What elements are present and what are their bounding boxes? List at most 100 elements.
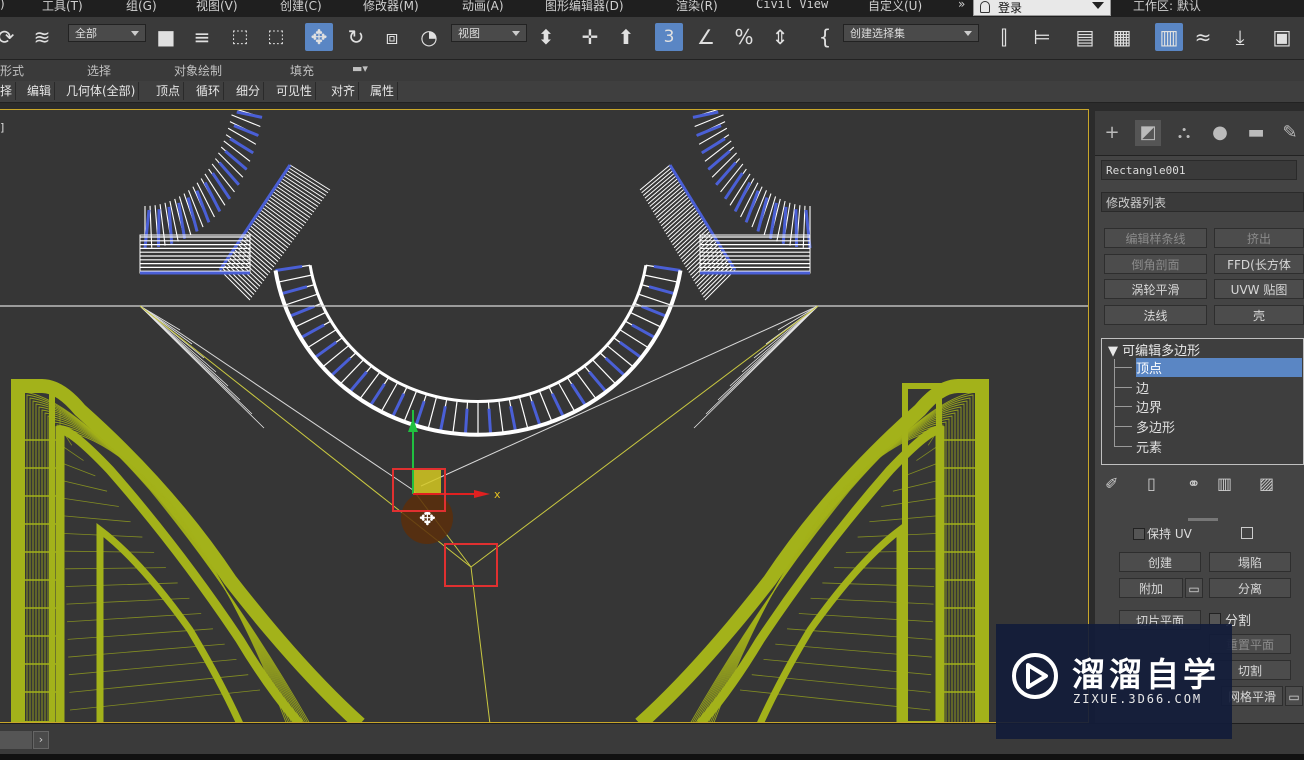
selection-filter-dropdown[interactable]: 全部: [68, 24, 146, 42]
modifier-button-uvw-map[interactable]: UVW 贴图: [1214, 279, 1304, 299]
viewport-label[interactable]: ]: [0, 121, 4, 134]
unlink-icon[interactable]: ⟳: [0, 23, 20, 51]
menu-item-views[interactable]: 视图(V): [196, 0, 238, 14]
ribbon-options-icon[interactable]: ▬▾: [352, 62, 368, 75]
placement-icon[interactable]: ◔: [415, 23, 443, 51]
stack-item-border[interactable]: 边界: [1136, 397, 1162, 416]
move-icon[interactable]: ✥: [305, 23, 333, 51]
make-unique-icon[interactable]: ⚭: [1187, 474, 1200, 493]
maxscript-listener-button[interactable]: [0, 731, 32, 749]
material-editor-icon[interactable]: ▣: [1268, 23, 1296, 51]
menu-item-group[interactable]: 组(G): [126, 0, 157, 14]
menu-item-civil-view[interactable]: Civil View: [756, 0, 828, 11]
menu-item-create[interactable]: 创建(C): [280, 0, 322, 14]
create-tab-icon[interactable]: +: [1099, 120, 1125, 146]
modifier-button-bevel-profile[interactable]: 倒角剖面: [1104, 254, 1207, 274]
menu-overflow-icon[interactable]: »: [958, 0, 965, 11]
utilities-tab-icon[interactable]: ✎: [1277, 120, 1303, 146]
modifier-button-ffd-box[interactable]: FFD(长方体: [1214, 254, 1304, 274]
create-button[interactable]: 创建: [1119, 552, 1201, 572]
login-dropdown[interactable]: 登录: [973, 0, 1111, 16]
named-selection-dropdown[interactable]: 创建选择集: [843, 24, 979, 42]
ribbon-tab[interactable]: 择: [0, 82, 17, 100]
transform-gizmo[interactable]: x✥: [401, 410, 501, 544]
modify-tab-icon[interactable]: ◩: [1135, 120, 1161, 146]
ribbon-group-label[interactable]: 对象绘制: [174, 62, 222, 79]
meshsmooth-settings-icon[interactable]: ▭: [1285, 686, 1303, 706]
preserve-uv-checkbox[interactable]: [1133, 528, 1145, 540]
modifier-button-turbosmooth[interactable]: 涡轮平滑: [1104, 279, 1207, 299]
scene-explorer-icon[interactable]: ▤: [1071, 23, 1099, 51]
ribbon-tab[interactable]: 对齐: [328, 82, 360, 100]
modifier-button-edit-spline[interactable]: 编辑样条线: [1104, 228, 1207, 248]
percent-snap-icon[interactable]: %: [730, 23, 758, 51]
curve-editor-icon[interactable]: ≈: [1189, 23, 1217, 51]
collapse-button[interactable]: 塌陷: [1209, 552, 1291, 572]
ribbon-tab[interactable]: 顶点: [153, 82, 185, 100]
angle-snap-icon[interactable]: ∠: [692, 23, 720, 51]
ribbon-toggle-icon[interactable]: ▥: [1155, 23, 1183, 51]
modifier-button-normal[interactable]: 法线: [1104, 305, 1207, 325]
remove-modifier-icon[interactable]: ▥: [1217, 474, 1232, 493]
ribbon-group-label[interactable]: 填充: [290, 62, 314, 79]
modifier-button-extrude[interactable]: 挤出: [1214, 228, 1304, 248]
ribbon-tab[interactable]: 循环: [193, 82, 225, 100]
menu-item-rendering[interactable]: 渲染(R): [676, 0, 718, 14]
attach-button[interactable]: 附加: [1119, 578, 1183, 598]
stack-root-editable-poly[interactable]: ▼ 可编辑多边形: [1108, 340, 1200, 359]
stack-item-polygon[interactable]: 多边形: [1136, 417, 1175, 436]
align-icon[interactable]: ⊨: [1028, 23, 1056, 51]
keyboard-shortcut-override-icon[interactable]: ⬆: [612, 23, 640, 51]
menu-item-tools[interactable]: 工具(T): [42, 0, 83, 14]
stack-item-element[interactable]: 元素: [1136, 437, 1162, 456]
show-end-result-icon[interactable]: ▯: [1147, 474, 1156, 493]
viewport-front[interactable]: ] x ✥: [0, 109, 1089, 723]
modifier-button-shell[interactable]: 壳: [1214, 305, 1304, 325]
menu-item-graph-editors[interactable]: 图形编辑器(D): [545, 0, 624, 14]
pin-stack-icon[interactable]: ✐: [1105, 474, 1118, 493]
layer-explorer-icon[interactable]: ▦: [1108, 23, 1136, 51]
pivot-center-icon[interactable]: ⬍: [532, 23, 560, 51]
stack-item-edge[interactable]: 边: [1136, 378, 1149, 397]
edit-named-selection-icon[interactable]: {: [811, 23, 839, 51]
snaps-toggle-icon[interactable]: 3: [655, 23, 683, 51]
select-by-name-icon[interactable]: ≡: [188, 23, 216, 51]
ribbon-group-label[interactable]: 选择: [87, 62, 111, 79]
ribbon-tab[interactable]: 细分: [233, 82, 265, 100]
rotate-icon[interactable]: ↻: [342, 23, 370, 51]
schematic-view-icon[interactable]: ⤓: [1226, 23, 1254, 51]
menu-item-customize[interactable]: 自定义(U): [868, 0, 922, 14]
workspace-selector[interactable]: 工作区: 默认: [1133, 0, 1201, 14]
ribbon-tab[interactable]: 可见性: [273, 82, 317, 100]
menu-item-edit[interactable]: ): [0, 0, 5, 11]
mirror-icon[interactable]: ⫿: [990, 23, 1018, 51]
chevron-right-icon[interactable]: ›: [33, 731, 49, 749]
selected-mesh-object[interactable]: [139, 110, 812, 437]
detach-button[interactable]: 分离: [1209, 578, 1291, 598]
reference-coordinate-dropdown[interactable]: 视图: [451, 24, 527, 42]
hierarchy-tab-icon[interactable]: ⛬: [1171, 120, 1197, 146]
object-name-field[interactable]: Rectangle001: [1101, 160, 1297, 180]
spinner-snap-icon[interactable]: ⇕: [766, 23, 794, 51]
bind-space-warp-icon[interactable]: ≋: [28, 23, 56, 51]
configure-sets-icon[interactable]: ▨: [1259, 474, 1274, 493]
select-object-icon[interactable]: ■: [152, 23, 180, 51]
motion-tab-icon[interactable]: ●: [1207, 120, 1233, 146]
menu-item-animation[interactable]: 动画(A): [462, 0, 504, 14]
menu-item-modifiers[interactable]: 修改器(M): [363, 0, 419, 14]
modifier-list-dropdown[interactable]: 修改器列表: [1101, 192, 1304, 212]
ribbon-tab[interactable]: 编辑: [24, 82, 56, 100]
rectangular-selection-icon[interactable]: ⬚: [226, 23, 254, 51]
display-tab-icon[interactable]: ▬: [1243, 120, 1269, 146]
scale-icon[interactable]: ⧈: [378, 23, 406, 51]
window-crossing-icon[interactable]: ⬚: [262, 23, 290, 51]
ribbon-group-label[interactable]: 形式: [0, 62, 24, 79]
olive-mesh-object[interactable]: [11, 379, 989, 723]
ribbon-tab[interactable]: 几何体(全部): [63, 82, 140, 100]
viewport-scene[interactable]: x✥: [0, 110, 1089, 723]
select-manipulate-icon[interactable]: ✛: [576, 23, 604, 51]
stack-item-vertex[interactable]: 顶点: [1136, 358, 1302, 377]
preserve-uv-settings-icon[interactable]: [1241, 527, 1253, 539]
attach-settings-icon[interactable]: ▭: [1185, 578, 1203, 598]
ribbon-tab[interactable]: 属性: [367, 82, 399, 100]
